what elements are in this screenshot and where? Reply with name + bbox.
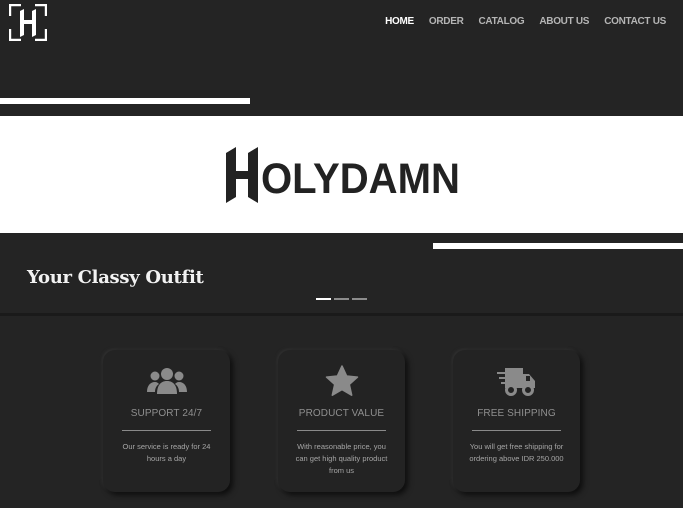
feature-description: You will get free shipping for ordering … (469, 442, 564, 463)
feature-title: SUPPORT 24/7 (130, 408, 203, 419)
shipping-truck-icon (453, 364, 580, 398)
nav-home[interactable]: HOME (385, 16, 414, 27)
feature-description: Our service is ready for 24 hours a day (122, 442, 211, 463)
feature-card-product-value: PRODUCT VALUE With reasonable price, you… (278, 350, 405, 492)
hero-band-top (0, 98, 250, 104)
nav-about-us[interactable]: ABOUT US (539, 16, 589, 27)
feature-title: PRODUCT VALUE (298, 408, 385, 419)
main-nav: HOME ORDER CATALOG ABOUT US CONTACT US (385, 16, 666, 27)
feature-card-free-shipping: FREE SHIPPING You will get free shipping… (453, 350, 580, 492)
svg-text:OLYDAMN: OLYDAMN (261, 155, 460, 203)
brand-logo-icon[interactable] (9, 4, 47, 41)
feature-divider (297, 430, 386, 431)
star-icon (278, 364, 405, 398)
users-icon (103, 364, 230, 398)
nav-order[interactable]: ORDER (429, 16, 464, 27)
hero-tagline: Your Classy Outfit (27, 267, 204, 288)
carousel-dot-1[interactable] (316, 298, 331, 300)
feature-description: With reasonable price, you can get high … (295, 442, 388, 475)
carousel-dot-3[interactable] (352, 298, 367, 300)
carousel-indicators (316, 298, 367, 300)
nav-contact-us[interactable]: CONTACT US (604, 16, 666, 27)
feature-divider (472, 430, 561, 431)
brand-wordmark-logo: OLYDAMN (226, 147, 460, 203)
hero-band-bottom (433, 243, 683, 249)
navbar: HOME ORDER CATALOG ABOUT US CONTACT US (0, 0, 683, 44)
section-divider (0, 313, 683, 316)
nav-catalog[interactable]: CATALOG (479, 16, 525, 27)
feature-title: FREE SHIPPING (477, 408, 556, 419)
carousel-dot-2[interactable] (334, 298, 349, 300)
feature-card-support: SUPPORT 24/7 Our service is ready for 24… (103, 350, 230, 492)
feature-divider (122, 430, 211, 431)
